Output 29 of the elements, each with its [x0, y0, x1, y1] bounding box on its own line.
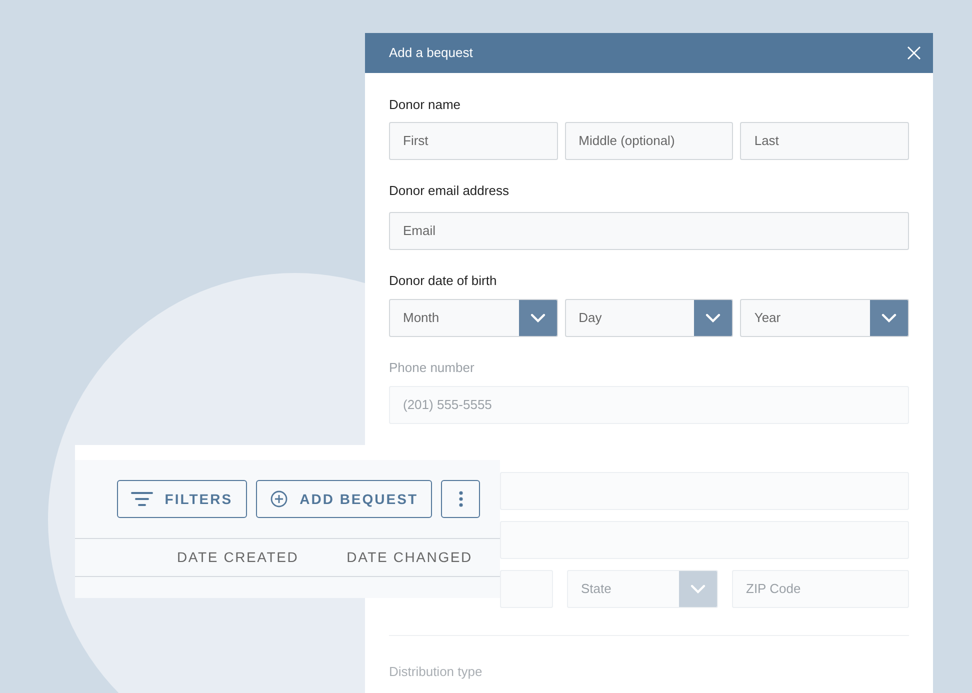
- close-icon: [907, 46, 921, 60]
- input-field[interactable]: First: [389, 122, 558, 160]
- input-field[interactable]: Last: [740, 122, 910, 160]
- input-field[interactable]: Middle (optional): [564, 122, 734, 160]
- field-label: Donor date of birth: [389, 273, 498, 289]
- close-button[interactable]: [907, 46, 921, 60]
- chevron-down-icon: [705, 313, 722, 323]
- select-field[interactable]: Month: [389, 299, 558, 337]
- field-label: Distribution type: [389, 664, 484, 680]
- field-label: Donor name: [389, 97, 462, 113]
- chevron-down-icon: [881, 313, 898, 323]
- modal-title: Add a bequest: [389, 44, 473, 62]
- add-button[interactable]: ADD BEQUEST: [256, 480, 432, 518]
- input-field[interactable]: [500, 570, 553, 608]
- select-field[interactable]: Day: [564, 299, 734, 337]
- input-field[interactable]: [500, 521, 909, 559]
- plus-circle-icon: [270, 490, 288, 508]
- more-vertical-icon: [458, 491, 462, 507]
- chevron-down-icon: [690, 584, 706, 594]
- filter-icon: [130, 491, 153, 507]
- chevron-down-icon: [530, 313, 546, 323]
- more-button[interactable]: [441, 480, 480, 518]
- column-header: DATE CHANGED: [346, 548, 472, 567]
- column-header: DATE CREATED: [177, 548, 299, 567]
- field-label: Phone number: [389, 360, 476, 376]
- select-field[interactable]: Year: [740, 299, 910, 337]
- filters-button[interactable]: FILTERS: [116, 480, 247, 518]
- input-field[interactable]: Email: [389, 212, 909, 250]
- field-label: Donor email address: [389, 183, 510, 199]
